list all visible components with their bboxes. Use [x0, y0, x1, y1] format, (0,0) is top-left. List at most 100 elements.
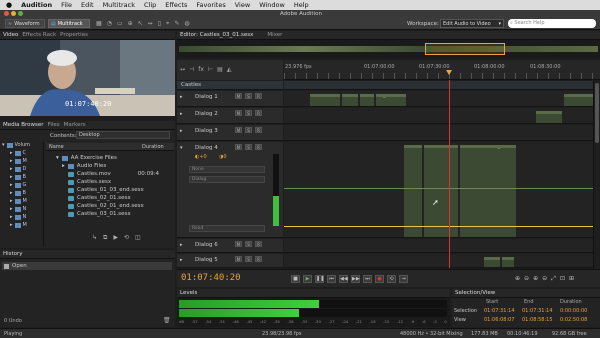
multitrack-button[interactable]: ▤ Multitrack — [48, 19, 90, 28]
vertical-scrollbar[interactable] — [593, 81, 600, 268]
track-name[interactable]: Dialog 2 — [195, 111, 218, 117]
close-icon[interactable] — [4, 11, 9, 16]
audio-clip[interactable]: .36 — [502, 257, 514, 267]
loop-button[interactable]: ⟲ — [387, 275, 396, 283]
mute-button[interactable]: M — [235, 241, 242, 247]
disclosure-icon[interactable]: ▸ — [10, 214, 13, 220]
audio-clip[interactable]: ..s_73 — [376, 94, 406, 106]
view-duration[interactable]: 0:02:50:08 — [560, 317, 587, 323]
tab-markers[interactable]: Markers — [64, 122, 86, 128]
tree-item[interactable]: N — [23, 206, 27, 212]
eq-icon[interactable]: ▤ — [217, 66, 223, 73]
audio-clip[interactable]: Castles...d-cues_109 — [460, 145, 516, 237]
track-collapse-icon[interactable]: ▸ — [180, 111, 183, 117]
solo-button[interactable]: S — [245, 110, 252, 116]
waveform-button[interactable]: ≈ Waveform — [5, 19, 45, 28]
disclosure-icon[interactable]: ▸ — [10, 198, 13, 204]
zoom-out-time-icon[interactable]: ⊖ — [542, 275, 547, 283]
tree-item[interactable]: M — [23, 158, 27, 164]
volume-icon[interactable]: ↔ — [180, 66, 185, 73]
track-lane-dialog-2[interactable]: .13 — [284, 108, 593, 124]
track-lane-dialog-4[interactable]: .16 Castle...3 Castles...d-cues_109 ➚ — [284, 142, 593, 238]
tool-1-icon[interactable]: ▦ — [96, 20, 102, 28]
track-lane-dialog-6[interactable] — [284, 239, 593, 253]
input-icon[interactable]: ⊣ — [189, 66, 194, 73]
mute-button[interactable]: M — [235, 127, 242, 133]
menu-favorites[interactable]: Favorites — [196, 1, 225, 9]
zoom-icon[interactable] — [18, 11, 23, 16]
list-item[interactable]: Castles_02_01.sesx — [68, 195, 131, 201]
tree-root[interactable]: Volum — [15, 142, 31, 148]
track-header-dialog-6[interactable]: ▸ Dialog 6 MSR — [177, 239, 283, 253]
zoom-selection-icon[interactable]: ⊡ — [560, 275, 565, 283]
playhead-line[interactable] — [449, 80, 450, 268]
track-collapse-icon[interactable]: ▸ — [180, 128, 183, 134]
tree-item[interactable]: D — [23, 166, 27, 172]
track-collapse-icon[interactable]: ▸ — [180, 242, 183, 248]
col-name-header[interactable]: Name — [49, 144, 64, 150]
tree-item[interactable]: M — [23, 222, 27, 228]
solo-button[interactable]: S — [245, 93, 252, 99]
track-name[interactable]: Dialog 6 — [195, 242, 218, 248]
track-header-dialog-1[interactable]: ▸ Dialog 1 MSR — [177, 91, 283, 107]
selection-end[interactable]: 01:07:31:14 — [522, 308, 553, 314]
minimize-icon[interactable] — [11, 11, 16, 16]
track-header-dialog-5[interactable]: ▸ Dialog 5 MSR — [177, 254, 283, 268]
list-item[interactable]: Castles_02_01_end.sesx — [68, 203, 144, 209]
timeline-ruler[interactable]: 23.976 fps 01:07:00:00 01:07:30:00 01:08… — [284, 60, 600, 80]
selection-start[interactable]: 01:07:31:14 — [484, 308, 515, 314]
insert-icon[interactable]: ⧉ — [103, 234, 107, 242]
track-header-dialog-2[interactable]: ▸ Dialog 2 MSR — [177, 108, 283, 124]
audio-clip[interactable]: ..s — [360, 94, 374, 106]
track-header-dialog-3[interactable]: ▸ Dialog 3 MSR — [177, 125, 283, 141]
pause-button[interactable]: ❚❚ — [315, 275, 324, 283]
menu-view[interactable]: View — [235, 1, 250, 9]
menu-effects[interactable]: Effects — [165, 1, 187, 9]
loop-icon[interactable]: ⟲ — [124, 234, 129, 242]
record-arm-button[interactable]: R — [255, 110, 262, 116]
menu-help[interactable]: Help — [294, 1, 309, 9]
menu-app[interactable]: Audition — [21, 1, 52, 9]
autoplay-icon[interactable]: ◫ — [135, 234, 141, 242]
record-arm-button[interactable]: R — [255, 93, 262, 99]
tree-item[interactable]: M — [23, 198, 27, 204]
track-lane-dialog-3[interactable] — [284, 125, 593, 141]
track-name[interactable]: Dialog 5 — [195, 257, 218, 263]
disclosure-icon[interactable]: ▸ — [10, 190, 13, 196]
tab-effects-rack[interactable]: Effects Rack — [22, 32, 56, 38]
tool-7-icon[interactable]: ▯ — [158, 20, 161, 28]
import-icon[interactable]: ↳ — [92, 234, 97, 242]
fx-icon[interactable]: fx — [198, 66, 204, 73]
list-item[interactable]: Castles_03_01.sesx — [68, 211, 131, 217]
track-name[interactable]: Dialog 4 — [195, 145, 218, 151]
history-delete-icon[interactable]: 🗑 — [163, 317, 171, 324]
solo-button[interactable]: S — [245, 127, 252, 133]
audio-clip[interactable]: .22 — [564, 94, 593, 106]
audio-clip[interactable]: .13 — [536, 111, 562, 123]
audio-clip[interactable]: Castle...3 — [424, 145, 458, 237]
selection-duration[interactable]: 0:00:00:00 — [560, 308, 587, 314]
track-lane-dialog-1[interactable]: ..12 ... ..s ..s_73 .22 — [284, 91, 593, 107]
disclosure-icon[interactable]: ▸ — [10, 166, 13, 172]
playhead-marker-icon[interactable] — [446, 70, 452, 75]
master-track-header[interactable]: Castles — [177, 81, 283, 90]
fast-forward-button[interactable]: ▶▶ — [351, 275, 360, 283]
disclosure-icon[interactable]: ▾ — [2, 142, 5, 148]
solo-button[interactable]: S — [245, 256, 252, 262]
tree-item[interactable]: N — [23, 214, 27, 220]
metronome-icon[interactable]: ◭ — [227, 66, 232, 73]
stop-button[interactable]: ■ — [291, 275, 300, 283]
record-arm-button[interactable]: R — [255, 256, 262, 262]
disclosure-icon[interactable]: ▸ — [10, 174, 13, 180]
session-overview[interactable] — [177, 40, 600, 58]
audio-clip[interactable]: ... — [342, 94, 358, 106]
volume-envelope[interactable] — [284, 226, 593, 227]
play-icon[interactable]: ▶ — [113, 234, 118, 242]
list-item[interactable]: ▸ Audio Files — [62, 163, 106, 169]
contents-select[interactable]: Desktop — [76, 131, 170, 139]
track-name[interactable]: Dialog 1 — [195, 94, 218, 100]
current-time-display[interactable]: 01:07:40:20 — [181, 273, 241, 283]
automation-select[interactable]: Read — [189, 225, 265, 232]
solo-button[interactable]: S — [245, 241, 252, 247]
zoom-in-amplitude-icon[interactable]: ⊕ — [515, 275, 520, 283]
